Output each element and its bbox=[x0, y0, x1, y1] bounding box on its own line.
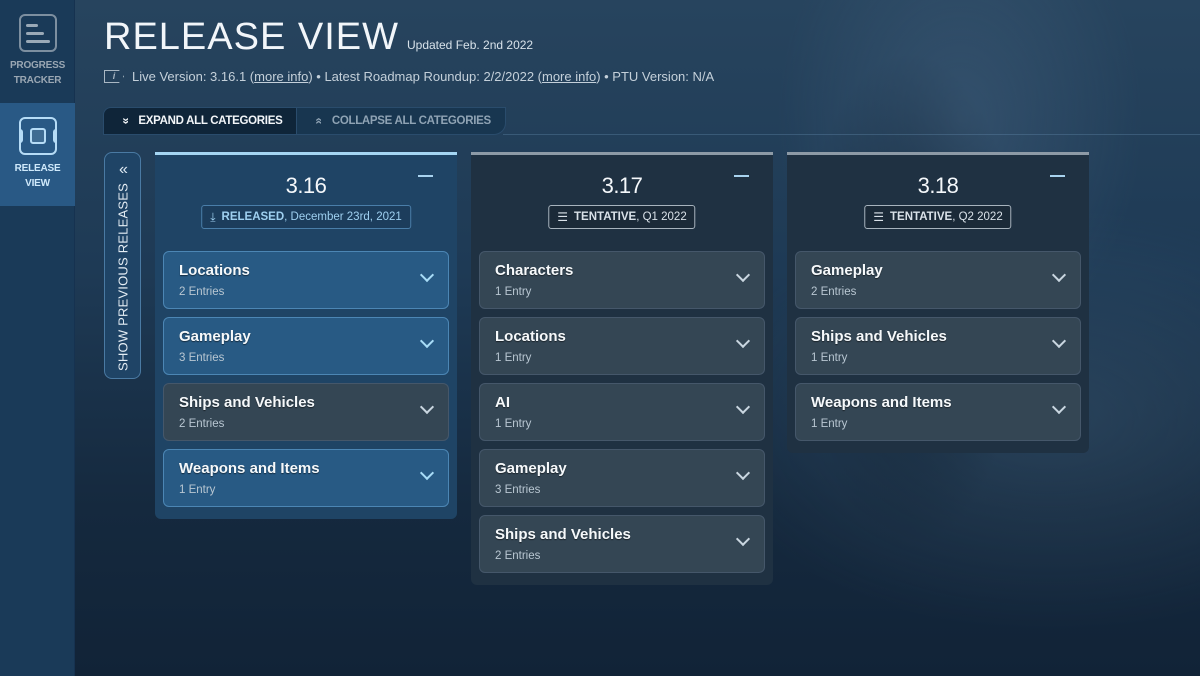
status-badge: ⤓ RELEASED, December 23rd, 2021 bbox=[201, 205, 411, 229]
nav-item-release-view[interactable]: RELEASE VIEW bbox=[0, 103, 75, 206]
release-column-3-17: 3.17 ☰ TENTATIVE, Q1 2022 Characters 1 Entry… bbox=[471, 152, 773, 585]
category-entry-count: 1 Entry bbox=[495, 286, 532, 298]
category-card[interactable]: Ships and Vehicles 2 Entries bbox=[163, 383, 449, 441]
side-nav: PROGRESS TRACKER RELEASE VIEW bbox=[0, 0, 75, 676]
nav-item-progress-tracker[interactable]: PROGRESS TRACKER bbox=[0, 0, 75, 103]
double-chevron-left-icon: « bbox=[119, 161, 128, 178]
category-card[interactable]: Weapons and Items 1 Entry bbox=[163, 449, 449, 507]
status-badge: ☰ TENTATIVE, Q1 2022 bbox=[548, 205, 696, 229]
category-card[interactable]: Locations 2 Entries bbox=[163, 251, 449, 309]
roundup-more-info-link[interactable]: more info bbox=[542, 69, 596, 84]
status-badge: ☰ TENTATIVE, Q2 2022 bbox=[864, 205, 1012, 229]
category-title: Gameplay bbox=[495, 460, 567, 477]
status-date: , Q2 2022 bbox=[952, 211, 1003, 223]
release-header: 3.18 ☰ TENTATIVE, Q2 2022 bbox=[795, 155, 1081, 243]
category-title: Locations bbox=[495, 328, 566, 345]
category-title: Weapons and Items bbox=[179, 460, 320, 477]
info-icon: i bbox=[104, 70, 124, 83]
category-entry-count: 3 Entries bbox=[495, 484, 541, 496]
category-card[interactable]: Gameplay 2 Entries bbox=[795, 251, 1081, 309]
category-entry-count: 2 Entries bbox=[811, 286, 857, 298]
category-card[interactable]: Ships and Vehicles 2 Entries bbox=[479, 515, 765, 573]
expand-all-button[interactable]: « EXPAND ALL CATEGORIES bbox=[103, 107, 298, 135]
category-entry-count: 3 Entries bbox=[179, 352, 225, 364]
nav-label: RELEASE VIEW bbox=[14, 163, 61, 189]
category-entry-count: 2 Entries bbox=[179, 418, 225, 430]
version-info: i Live Version: 3.16.1 ( more info ) • L… bbox=[104, 69, 714, 84]
double-chevron-down-icon: « bbox=[118, 117, 133, 125]
minimize-column-button[interactable] bbox=[734, 175, 749, 177]
category-title: Gameplay bbox=[179, 328, 251, 345]
category-title: Locations bbox=[179, 262, 250, 279]
live-version-more-info-link[interactable]: more info bbox=[254, 69, 308, 84]
release-column-3-18: 3.18 ☰ TENTATIVE, Q2 2022 Gameplay 2 Entries… bbox=[787, 152, 1089, 453]
page-header: RELEASE VIEW Updated Feb. 2nd 2022 i Liv… bbox=[104, 16, 714, 84]
release-version: 3.17 bbox=[601, 173, 643, 198]
minimize-column-button[interactable] bbox=[1050, 175, 1065, 177]
release-column-3-16: 3.16 ⤓ RELEASED, December 23rd, 2021 Locati… bbox=[155, 152, 457, 519]
category-title: Gameplay bbox=[811, 262, 883, 279]
page-title: RELEASE VIEW bbox=[104, 16, 399, 58]
release-header: 3.17 ☰ TENTATIVE, Q1 2022 bbox=[479, 155, 765, 243]
nav-label: PROGRESS TRACKER bbox=[9, 60, 66, 86]
collapse-all-button[interactable]: » COLLAPSE ALL CATEGORIES bbox=[297, 107, 506, 135]
category-title: Ships and Vehicles bbox=[179, 394, 315, 411]
double-chevron-up-icon: » bbox=[311, 117, 326, 125]
category-card[interactable]: Characters 1 Entry bbox=[479, 251, 765, 309]
status-date: , Q1 2022 bbox=[636, 211, 687, 223]
category-card[interactable]: Gameplay 3 Entries bbox=[479, 449, 765, 507]
category-card[interactable]: Gameplay 3 Entries bbox=[163, 317, 449, 375]
category-title: Characters bbox=[495, 262, 574, 279]
release-version: 3.16 bbox=[285, 173, 327, 198]
category-entry-count: 1 Entry bbox=[495, 418, 532, 430]
list-icon: ☰ bbox=[557, 210, 569, 224]
category-title: AI bbox=[495, 394, 510, 411]
category-entry-count: 2 Entries bbox=[179, 286, 225, 298]
status-date: , December 23rd, 2021 bbox=[284, 211, 402, 223]
category-title: Weapons and Items bbox=[811, 394, 952, 411]
status-label: TENTATIVE bbox=[574, 211, 637, 223]
release-header: 3.16 ⤓ RELEASED, December 23rd, 2021 bbox=[163, 155, 449, 243]
progress-tracker-icon bbox=[18, 14, 57, 52]
list-icon: ☰ bbox=[873, 210, 885, 224]
release-view-icon bbox=[18, 117, 57, 155]
status-label: RELEASED bbox=[221, 211, 285, 223]
category-title: Ships and Vehicles bbox=[495, 526, 631, 543]
category-entry-count: 2 Entries bbox=[495, 550, 541, 562]
updated-date: Updated Feb. 2nd 2022 bbox=[406, 38, 534, 52]
category-card[interactable]: Ships and Vehicles 1 Entry bbox=[795, 317, 1081, 375]
minimize-column-button[interactable] bbox=[418, 175, 433, 177]
show-previous-releases-button[interactable]: « SHOW PREVIOUS RELEASES bbox=[104, 152, 141, 379]
category-title: Ships and Vehicles bbox=[811, 328, 947, 345]
category-entry-count: 1 Entry bbox=[811, 352, 848, 364]
download-icon: ⤓ bbox=[210, 209, 216, 224]
category-card[interactable]: AI 1 Entry bbox=[479, 383, 765, 441]
category-entry-count: 1 Entry bbox=[495, 352, 532, 364]
category-toggle-bar: « EXPAND ALL CATEGORIES » COLLAPSE ALL C… bbox=[103, 107, 1200, 135]
category-card[interactable]: Locations 1 Entry bbox=[479, 317, 765, 375]
category-entry-count: 1 Entry bbox=[811, 418, 848, 430]
category-entry-count: 1 Entry bbox=[179, 484, 216, 496]
category-card[interactable]: Weapons and Items 1 Entry bbox=[795, 383, 1081, 441]
status-label: TENTATIVE bbox=[890, 211, 953, 223]
release-version: 3.18 bbox=[917, 173, 959, 198]
